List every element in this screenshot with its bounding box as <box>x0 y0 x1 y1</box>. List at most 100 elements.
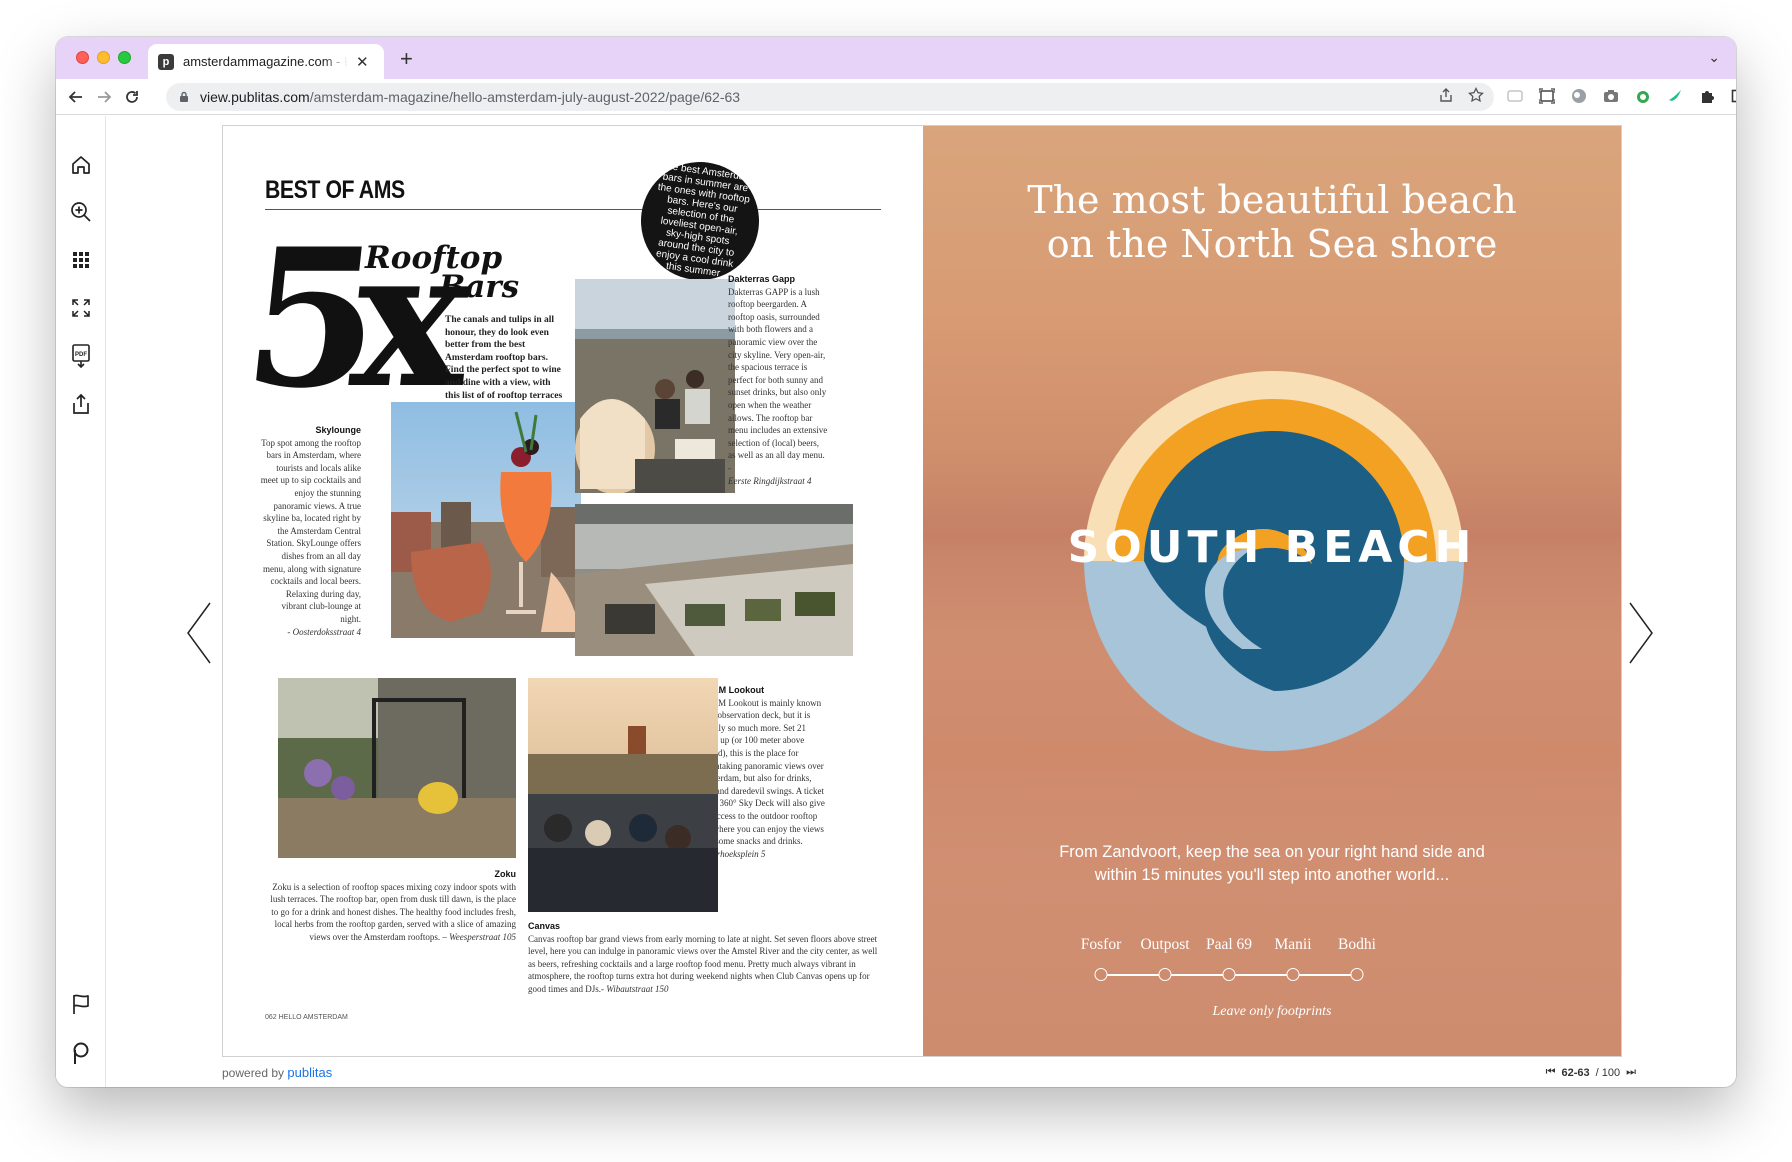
canvas-heading: Canvas <box>528 921 561 931</box>
tab-title: amsterdammagazine.com - Hello Amsterdam <box>183 54 348 69</box>
skylounge-body: Top spot among the rooftop bars in Amste… <box>260 437 361 624</box>
intro-badge: The best Amsterdam bars in summer are th… <box>633 154 767 288</box>
browser-window: p amsterdammagazine.com - Hello Amsterda… <box>56 37 1736 1087</box>
home-icon[interactable] <box>69 153 93 177</box>
pdf-download-icon[interactable]: PDF <box>69 344 93 368</box>
dakterras-text: Dakterras Gapp Dakterras GAPP is a lush … <box>728 273 828 487</box>
chevron-left-icon[interactable] <box>186 601 212 665</box>
intro-text: The canals and tulips in all honour, the… <box>445 315 563 413</box>
maximize-window-button[interactable] <box>118 51 131 64</box>
flag-icon[interactable] <box>69 992 93 1016</box>
minimize-window-button[interactable] <box>97 51 110 64</box>
powered-prefix: powered by <box>222 1066 285 1080</box>
share-icon[interactable] <box>69 392 93 416</box>
svg-text:PDF: PDF <box>75 352 87 358</box>
zoku-text: Zoku Zoku is a selection of rooftop spac… <box>265 868 516 944</box>
skylounge-text: Skylounge Top spot among the rooftop bar… <box>259 424 361 638</box>
browser-toolbar: view.publitas.com/amsterdam-magazine/hel… <box>56 79 1736 115</box>
puzzle-extensions-icon[interactable] <box>1696 85 1718 107</box>
stop-dot <box>1350 968 1364 981</box>
stop-dot <box>1222 968 1236 981</box>
extension-bug-icon[interactable] <box>1632 85 1654 107</box>
magazine-page-left: BEST OF AMS The best Amsterdam bars in s… <box>223 126 923 1056</box>
viewer-content: PDF BEST OF AMS The best Amsterdam bars … <box>56 116 1736 1087</box>
new-tab-button[interactable]: + <box>400 46 413 72</box>
article-title-line2: Bars <box>439 269 520 305</box>
ad-headline-line2: on the North Sea shore <box>1046 222 1498 266</box>
zoku-heading: Zoku <box>494 869 517 879</box>
skylounge-address: - Oosterdoksstraat 4 <box>287 626 361 637</box>
ad-headline: The most beautiful beach on the North Se… <box>923 178 1621 266</box>
adam-lookout-photo <box>575 504 853 656</box>
chevron-right-icon[interactable] <box>1628 601 1654 665</box>
page-total: / 100 <box>1595 1066 1621 1079</box>
zoku-terrace-photo <box>278 678 516 858</box>
url-text: view.publitas.com/amsterdam-magazine/hel… <box>200 89 741 105</box>
zoku-address: Weesperstraat 105 <box>449 931 516 942</box>
back-button[interactable] <box>64 85 88 109</box>
magazine-page-right: The most beautiful beach on the North Se… <box>923 126 1621 1056</box>
powered-by[interactable]: powered by publitas <box>222 1065 332 1080</box>
skylounge-heading: Skylounge <box>315 425 361 435</box>
share-page-icon[interactable] <box>1438 87 1454 103</box>
extensions-row: W <box>1504 85 1736 107</box>
reload-icon <box>126 91 138 103</box>
dakterras-heading: Dakterras Gapp <box>728 274 796 284</box>
lock-icon <box>180 91 188 102</box>
extension-circle-icon[interactable] <box>1568 85 1590 107</box>
sidepanel-icon[interactable] <box>1728 85 1736 107</box>
address-bar[interactable]: view.publitas.com/amsterdam-magazine/hel… <box>166 83 1494 111</box>
ad-tagline: Leave only footprints <box>1212 1004 1332 1019</box>
magazine-spread: BEST OF AMS The best Amsterdam bars in s… <box>222 125 1622 1057</box>
canvas-address: Wibautstraat 150 <box>606 983 669 994</box>
last-page-icon[interactable]: ⏭ <box>1626 1066 1636 1079</box>
stop-dot <box>1286 968 1300 981</box>
dakterras-terrace-photo <box>575 279 735 493</box>
stop-label: Fosfor <box>1080 936 1122 953</box>
dakterras-address: Eerste Ringdijkstraat 4 <box>728 475 812 486</box>
logo-text: SOUTH BEACH <box>1067 522 1477 573</box>
camera-icon[interactable] <box>1600 85 1622 107</box>
active-tab[interactable]: p amsterdammagazine.com - Hello Amsterda… <box>148 44 384 79</box>
first-page-icon[interactable]: ⏮ <box>1546 1066 1556 1079</box>
dakterras-body: Dakterras GAPP is a lush rooftop beergar… <box>728 286 828 473</box>
forward-button[interactable] <box>92 85 116 109</box>
back-arrow-icon <box>68 91 82 103</box>
ad-subtext: From Zandvoort, keep the sea on your rig… <box>923 841 1621 887</box>
stop-label: Bodhi <box>1338 936 1376 953</box>
tab-search-chevron-icon[interactable]: ⌄ <box>1708 49 1720 66</box>
viewer-sidebar: PDF <box>56 116 106 1087</box>
ad-subtext-line2: within 15 minutes you'll step into anoth… <box>1094 866 1450 884</box>
grid-icon[interactable] <box>69 248 93 272</box>
page-footer: 062 HELLO AMSTERDAM <box>265 1014 348 1021</box>
publitas-logo-icon[interactable] <box>69 1041 93 1065</box>
fullscreen-icon[interactable] <box>69 296 93 320</box>
stop-label: Paal 69 <box>1205 936 1253 953</box>
ad-headline-line1: The most beautiful beach <box>1027 178 1517 222</box>
stop-label: Manii <box>1274 936 1312 953</box>
zoom-in-icon[interactable] <box>69 200 93 224</box>
screenshot-icon[interactable] <box>1536 85 1558 107</box>
publitas-favicon-icon: p <box>158 53 174 70</box>
extension-bird-icon[interactable] <box>1664 85 1686 107</box>
tab-close-icon[interactable]: ✕ <box>356 53 369 71</box>
reload-button[interactable] <box>120 85 144 109</box>
tab-strip: p amsterdammagazine.com - Hello Amsterda… <box>56 37 1736 79</box>
canvas-body: Canvas rooftop bar grand views from earl… <box>528 933 878 994</box>
section-title: BEST OF AMS <box>265 176 405 204</box>
stop-dot <box>1158 968 1172 981</box>
close-window-button[interactable] <box>76 51 89 64</box>
canvas-rooftop-photo <box>528 678 718 912</box>
stop-label: Outpost <box>1140 936 1190 953</box>
skylounge-cocktail-photo <box>391 402 581 638</box>
article-title: Rooftop Bars <box>365 243 520 305</box>
publitas-brand-link[interactable]: publitas <box>287 1065 332 1080</box>
bookmark-star-icon[interactable] <box>1468 87 1484 103</box>
current-page-range: 62-63 <box>1561 1066 1590 1079</box>
canvas-text: Canvas Canvas rooftop bar grand views fr… <box>528 920 883 996</box>
stop-dot <box>1094 968 1108 981</box>
page-indicator: ⏮ 62-63 / 100 ⏭ <box>1546 1066 1636 1079</box>
extension-reader-icon[interactable] <box>1504 85 1526 107</box>
ad-subtext-line1: From Zandvoort, keep the sea on your rig… <box>1059 843 1485 861</box>
forward-arrow-icon <box>98 91 112 103</box>
